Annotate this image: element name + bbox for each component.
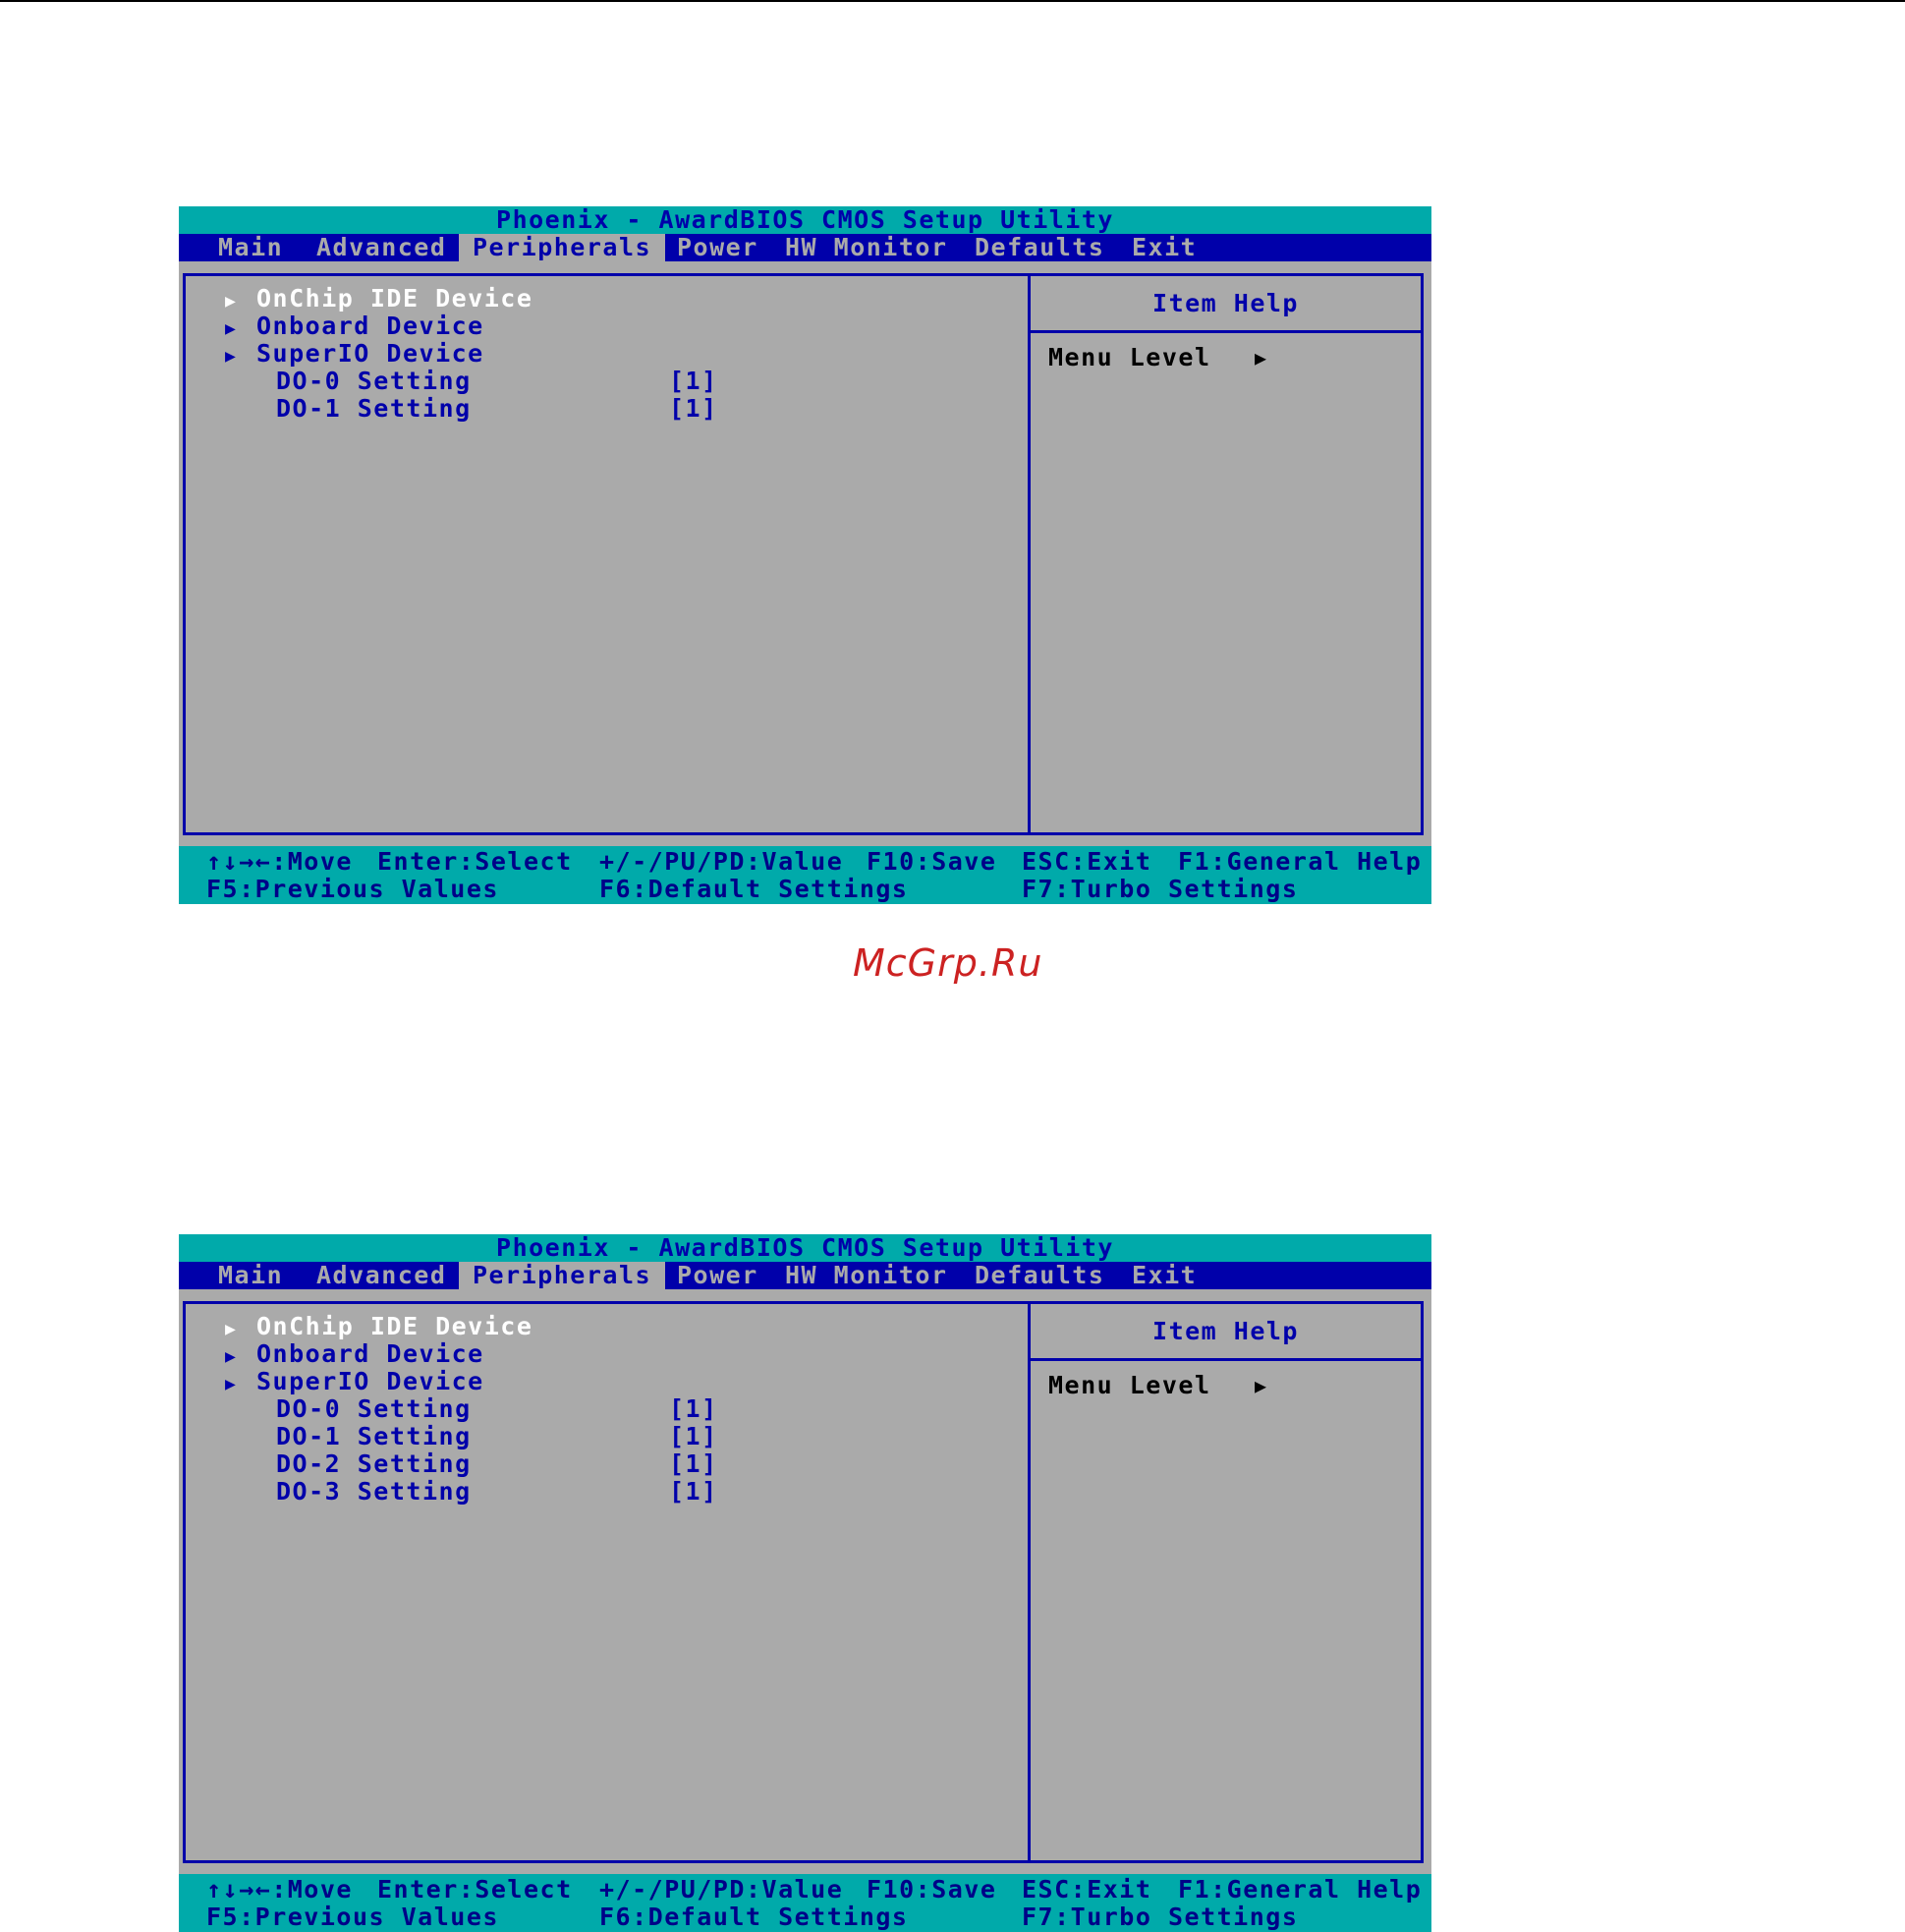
menu-bar: Main Advanced Peripherals Power HW Monit… xyxy=(179,234,1431,261)
tab-power[interactable]: Power xyxy=(677,1262,758,1289)
settings-panel: ▶ OnChip IDE Device ▶ Onboard Device ▶ Supe… xyxy=(183,273,1028,835)
setting-do-3-value[interactable]: [1] xyxy=(669,1478,718,1506)
item-help-panel: Item Help Menu Level ▶ xyxy=(1028,273,1424,835)
bios-title: Phoenix - AwardBIOS CMOS Setup Utility xyxy=(179,1234,1431,1262)
submenu-label: Onboard Device xyxy=(256,312,484,340)
menu-bar: Main Advanced Peripherals Power HW Monit… xyxy=(179,1262,1431,1289)
settings-panel: ▶ OnChip IDE Device ▶ Onboard Device ▶ Supe… xyxy=(183,1301,1028,1863)
submenu-superio-device[interactable]: ▶ SuperIO Device xyxy=(225,1368,484,1395)
key-save: F10:Save xyxy=(867,847,997,876)
triangle-right-icon: ▶ xyxy=(225,1374,238,1394)
triangle-right-icon: ▶ xyxy=(225,1319,238,1339)
submenu-label: Onboard Device xyxy=(256,1339,484,1368)
triangle-right-icon: ▶ xyxy=(225,1346,238,1367)
bios-screen-2: Phoenix - AwardBIOS CMOS Setup Utility M… xyxy=(179,1234,1431,1932)
tab-defaults[interactable]: Defaults xyxy=(975,234,1104,261)
setting-do-1[interactable]: DO-1 Setting xyxy=(276,395,472,423)
submenu-label: SuperIO Device xyxy=(256,1367,484,1395)
tab-peripherals[interactable]: Peripherals xyxy=(459,234,666,261)
key-default-settings: F6:Default Settings xyxy=(599,1903,909,1931)
menu-level-arrow-icon: ▶ xyxy=(1255,346,1268,369)
submenu-label: OnChip IDE Device xyxy=(256,1312,533,1340)
setting-do-2-value[interactable]: [1] xyxy=(669,1450,718,1478)
submenu-onboard-device[interactable]: ▶ Onboard Device xyxy=(225,313,484,340)
tab-advanced[interactable]: Advanced xyxy=(316,1262,446,1289)
key-previous-values: F5:Previous Values xyxy=(206,875,499,903)
submenu-onchip-ide-device[interactable]: ▶ OnChip IDE Device xyxy=(225,1313,532,1340)
key-legend: ↑↓→←:Move Enter:Select +/-/PU/PD:Value F… xyxy=(179,1874,1431,1932)
bios-title: Phoenix - AwardBIOS CMOS Setup Utility xyxy=(179,206,1431,234)
menu-level-label: Menu Level xyxy=(1048,343,1211,371)
setting-do-0-value[interactable]: [1] xyxy=(669,368,718,395)
triangle-right-icon: ▶ xyxy=(225,318,238,339)
menu-level-label: Menu Level xyxy=(1048,1371,1211,1399)
key-turbo-settings: F7:Turbo Settings xyxy=(1022,875,1299,903)
setting-do-3[interactable]: DO-3 Setting xyxy=(276,1478,472,1506)
key-value: +/-/PU/PD:Value xyxy=(599,847,844,876)
top-rule xyxy=(0,0,1905,2)
tab-main[interactable]: Main xyxy=(218,234,283,261)
item-help-title: Item Help xyxy=(1031,276,1421,333)
item-help-title: Item Help xyxy=(1031,1304,1421,1361)
tab-main[interactable]: Main xyxy=(218,1262,283,1289)
submenu-label: OnChip IDE Device xyxy=(256,284,533,313)
tab-peripherals[interactable]: Peripherals xyxy=(459,1262,666,1289)
triangle-right-icon: ▶ xyxy=(225,291,238,312)
key-general-help: F1:General Help xyxy=(1178,847,1423,876)
key-default-settings: F6:Default Settings xyxy=(599,875,909,903)
menu-level-arrow-icon: ▶ xyxy=(1255,1374,1268,1397)
tab-advanced[interactable]: Advanced xyxy=(316,234,446,261)
key-select: Enter:Select xyxy=(377,1875,573,1904)
tab-exit[interactable]: Exit xyxy=(1132,1262,1197,1289)
submenu-onboard-device[interactable]: ▶ Onboard Device xyxy=(225,1340,484,1368)
key-move: ↑↓→←:Move xyxy=(206,1875,353,1904)
key-general-help: F1:General Help xyxy=(1178,1875,1423,1904)
key-move: ↑↓→←:Move xyxy=(206,847,353,876)
key-previous-values: F5:Previous Values xyxy=(206,1903,499,1931)
key-select: Enter:Select xyxy=(377,847,573,876)
triangle-right-icon: ▶ xyxy=(225,346,238,367)
tab-hw-monitor[interactable]: HW Monitor xyxy=(785,1262,948,1289)
submenu-superio-device[interactable]: ▶ SuperIO Device xyxy=(225,340,484,368)
key-exit: ESC:Exit xyxy=(1022,847,1152,876)
setting-do-1-value[interactable]: [1] xyxy=(669,1423,718,1450)
key-value: +/-/PU/PD:Value xyxy=(599,1875,844,1904)
key-save: F10:Save xyxy=(867,1875,997,1904)
submenu-label: SuperIO Device xyxy=(256,339,484,368)
submenu-onchip-ide-device[interactable]: ▶ OnChip IDE Device xyxy=(225,285,532,313)
key-exit: ESC:Exit xyxy=(1022,1875,1152,1904)
key-turbo-settings: F7:Turbo Settings xyxy=(1022,1903,1299,1931)
tab-hw-monitor[interactable]: HW Monitor xyxy=(785,234,948,261)
setting-do-1[interactable]: DO-1 Setting xyxy=(276,1423,472,1450)
key-legend: ↑↓→←:Move Enter:Select +/-/PU/PD:Value F… xyxy=(179,846,1431,904)
setting-do-1-value[interactable]: [1] xyxy=(669,395,718,423)
item-help-panel: Item Help Menu Level ▶ xyxy=(1028,1301,1424,1863)
setting-do-0[interactable]: DO-0 Setting xyxy=(276,368,472,395)
setting-do-2[interactable]: DO-2 Setting xyxy=(276,1450,472,1478)
tab-defaults[interactable]: Defaults xyxy=(975,1262,1104,1289)
setting-do-0-value[interactable]: [1] xyxy=(669,1395,718,1423)
tab-power[interactable]: Power xyxy=(677,234,758,261)
setting-do-0[interactable]: DO-0 Setting xyxy=(276,1395,472,1423)
bios-screen-1: Phoenix - AwardBIOS CMOS Setup Utility M… xyxy=(179,206,1431,904)
watermark-text: McGrp.Ru xyxy=(853,941,1043,985)
tab-exit[interactable]: Exit xyxy=(1132,234,1197,261)
